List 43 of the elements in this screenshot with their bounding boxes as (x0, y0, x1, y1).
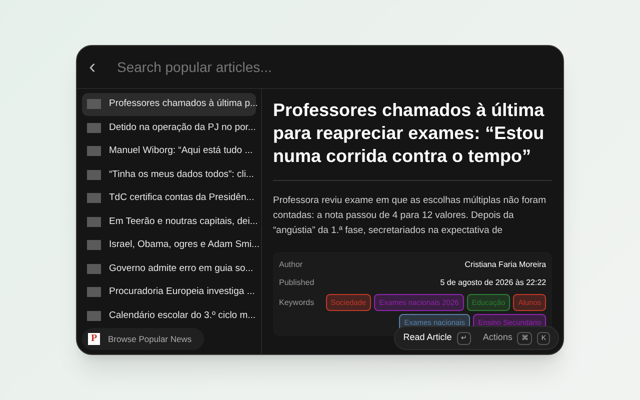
article-item[interactable]: Manuel Wiborg: “Aqui está tudo ... (82, 140, 256, 162)
article-item[interactable]: Detido na operação da PJ no por... (82, 116, 256, 139)
metadata-value: 5 de agosto de 2026 às 22:22 (440, 277, 546, 289)
article-title: TdC certifica contas da Presidên... (109, 191, 254, 206)
photo-placeholder (87, 122, 101, 133)
photo-placeholder (87, 193, 101, 204)
metadata-label: Published (279, 277, 314, 289)
article-heading: Professores chamados à última para reapreciar exames: “Estou numa corrida contra o tempo” (273, 99, 546, 168)
article-title: Calendário escolar do 3.º ciclo m... (109, 308, 256, 323)
photo-placeholder (87, 240, 101, 250)
logo-icon: P (88, 333, 100, 345)
back-button[interactable]: ‹ (89, 57, 105, 77)
photo-placeholder (87, 264, 101, 274)
article-item[interactable]: TdC certifica contas da Presidên... (82, 187, 256, 210)
photo-placeholder (87, 146, 101, 156)
article-summary: Professora reviu exame em que as escolhas múltiplas não foram contadas: a nota passou de 4 para 12 valores. Depois da “angústia” da 1.ª fase, secretariados na expectativa de (273, 194, 547, 238)
action-button[interactable]: Read Article (403, 331, 452, 345)
search-field[interactable]: Search popular articles... (117, 56, 551, 78)
article-item[interactable]: Procuradoria Europeia investiga ... (82, 281, 256, 304)
browse-news-label: Browse Popular News (108, 332, 192, 346)
article-title: “Tinha os meus dados todos”: cli... (109, 168, 254, 182)
browse-news-button[interactable]: P Browse Popular News (82, 328, 204, 350)
article-title: Israel, Obama, ogres e Adam Smi... (109, 238, 260, 252)
article-item[interactable]: Professores chamados à última p... (82, 93, 256, 116)
photo-placeholder (87, 99, 101, 110)
photo-placeholder (87, 170, 101, 180)
metadata-label: Author (279, 259, 303, 271)
article-item[interactable]: Em Teerão e noutras capitais, dei... (82, 210, 256, 233)
article-title: Governo admite erro em guia so... (109, 262, 254, 276)
metadata-value: Cristiana Faria Moreira (464, 259, 546, 271)
article-title: Professores chamados à última p... (109, 97, 258, 112)
article-title: Procuradoria Europeia investiga ... (109, 285, 255, 300)
article-item[interactable]: “Tinha os meus dados todos”: cli... (82, 164, 256, 186)
action-button[interactable]: Actions (482, 331, 512, 345)
photo-placeholder (87, 310, 101, 321)
article-title: Manuel Wiborg: “Aqui está tudo ... (109, 144, 253, 158)
article-item[interactable]: Governo admite erro em guia so... (82, 258, 256, 280)
article-title: Detido na operação da PJ no por... (109, 120, 256, 135)
article-item[interactable]: Calendário escolar do 3.º ciclo m... (82, 304, 256, 327)
article-title: Em Teerão e noutras capitais, dei... (109, 214, 258, 229)
metadata-label: Keywords (279, 297, 314, 309)
photo-placeholder (87, 216, 101, 227)
photo-placeholder (87, 287, 101, 298)
